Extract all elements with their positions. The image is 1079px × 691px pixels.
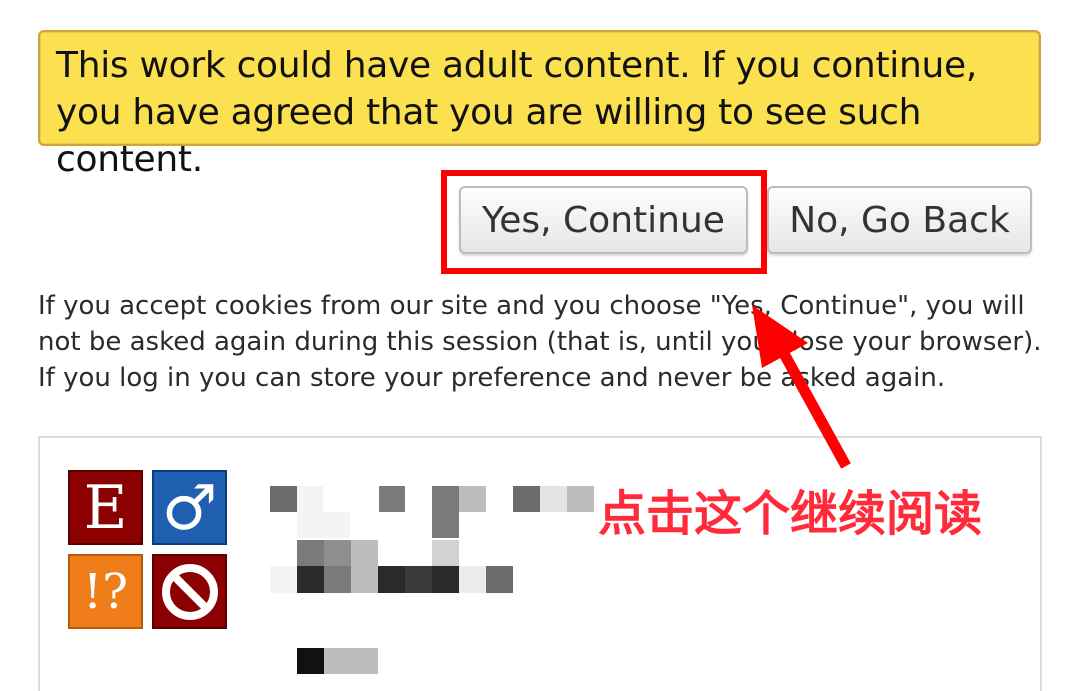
rating-explicit-icon[interactable]: E xyxy=(68,470,143,545)
orientation-male-icon[interactable]: ♂ xyxy=(152,470,227,545)
warning-glyph: !? xyxy=(82,563,129,620)
annotation-text: 点击这个继续阅读 xyxy=(598,486,983,542)
yes-continue-label: Yes, Continue xyxy=(482,199,725,241)
warning-icon[interactable]: !? xyxy=(68,554,143,629)
no-go-back-label: No, Go Back xyxy=(789,199,1010,241)
cookie-info-label: If you accept cookies from our site and … xyxy=(38,291,1042,393)
no-entry-icon-graphic xyxy=(161,563,218,620)
no-entry-icon[interactable] xyxy=(152,554,227,629)
yes-continue-button[interactable]: Yes, Continue xyxy=(459,186,748,254)
cookie-info-text: If you accept cookies from our site and … xyxy=(38,288,1048,396)
adult-content-notice: This work could have adult content. If y… xyxy=(38,30,1041,180)
notice-text: This work could have adult content. If y… xyxy=(56,45,977,180)
rating-glyph: E xyxy=(83,472,128,543)
orientation-glyph: ♂ xyxy=(161,470,218,544)
no-go-back-button[interactable]: No, Go Back xyxy=(767,186,1032,254)
